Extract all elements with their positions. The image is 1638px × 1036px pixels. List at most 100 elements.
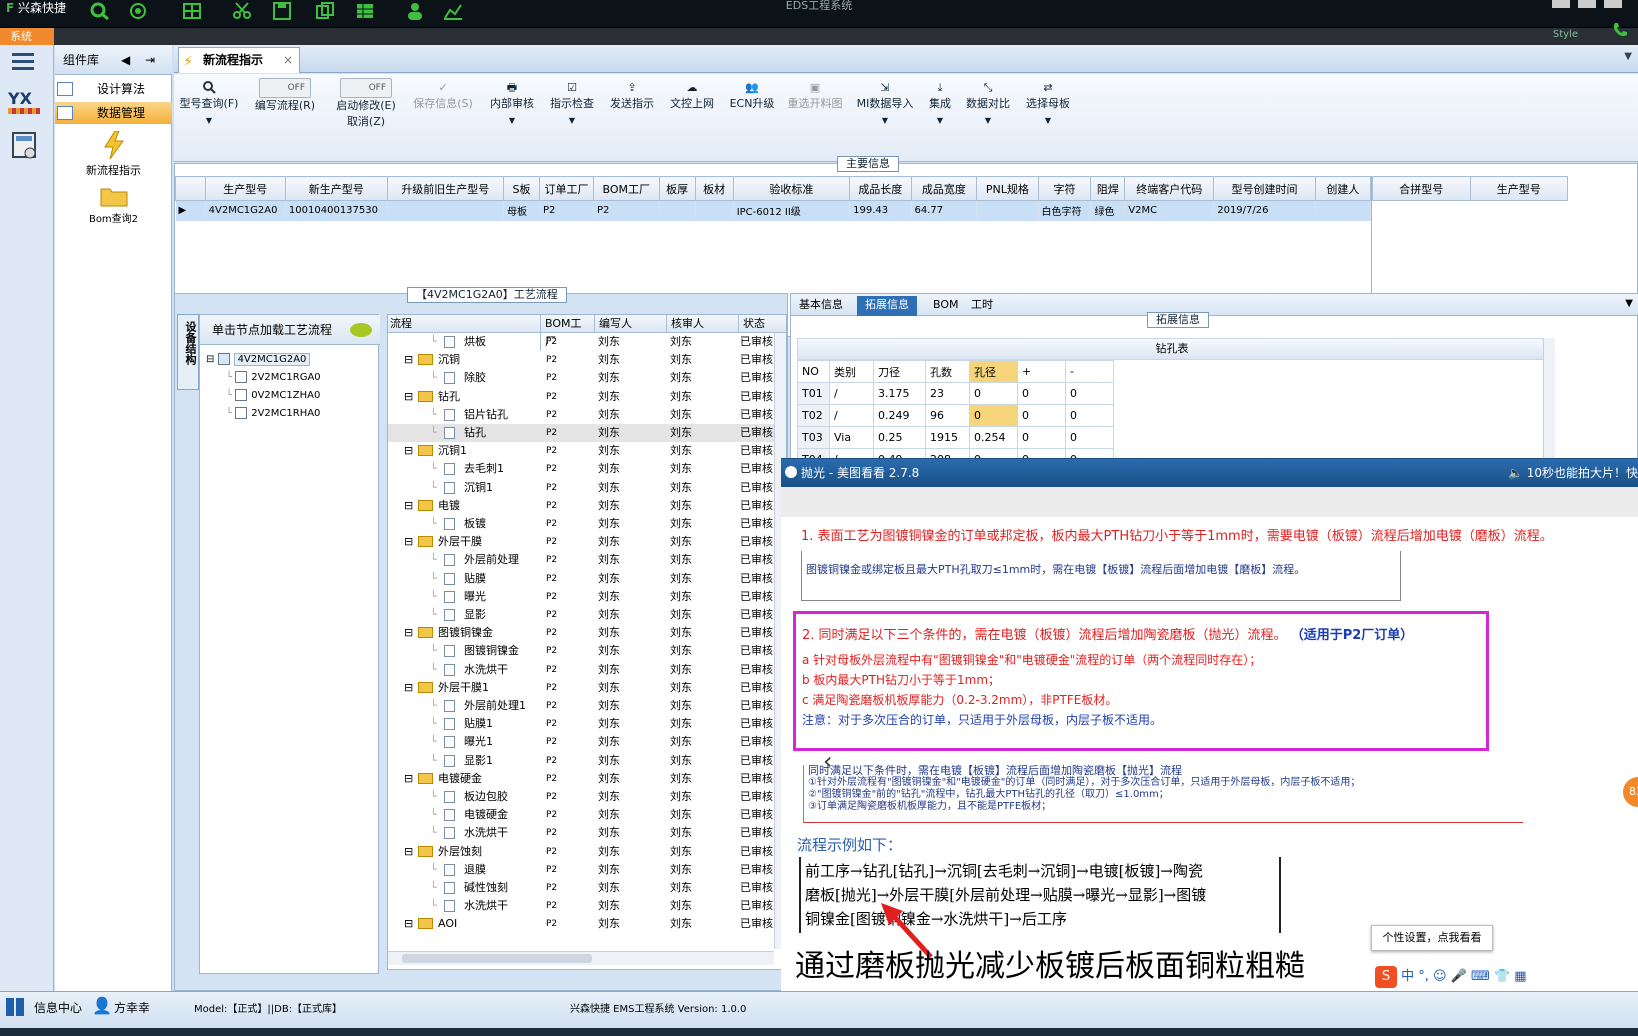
flow-row[interactable]: └ 去毛刺1 P2 刘东 刘东 已审核 (388, 460, 774, 478)
table-cell[interactable] (659, 200, 696, 221)
flow-row[interactable]: └ 显影 P2 刘东 刘东 已审核 (388, 606, 774, 624)
table-row[interactable]: ▶ 4V2MC1G2A0 10010400137530 母板 P2 P2 IPC-6012 … (175, 200, 1371, 221)
tree-node[interactable]: └ 2V2MC1RGA0 (226, 369, 321, 387)
windows-icon[interactable] (6, 998, 24, 1016)
toggle-switch[interactable]: OFF (259, 78, 311, 98)
table-cell[interactable]: 0 (1017, 404, 1066, 427)
flow-row[interactable]: └ 水洗烘干 P2 刘东 刘东 已审核 (388, 661, 774, 679)
flow-row[interactable]: └ 水洗烘干 P2 刘东 刘东 已审核 (388, 824, 774, 842)
toggle-switch[interactable]: OFF (340, 78, 392, 98)
collapse-toggle-icon[interactable]: ⊟ (404, 442, 413, 460)
column-header[interactable]: S板 (503, 176, 541, 201)
table-cell[interactable]: IPC-6012 II级 (733, 200, 851, 221)
column-header[interactable]: 类别 (829, 360, 874, 383)
table-cell[interactable]: T01 (797, 382, 830, 405)
flow-row[interactable]: └ 钻孔 P2 刘东 刘东 已审核 (388, 424, 774, 443)
collapse-toggle-icon[interactable]: ⊟ (404, 770, 413, 788)
dropdown-icon[interactable]: ▼ (985, 116, 991, 125)
reselect-cutting-button[interactable]: ▣ 重选开料图 (782, 80, 848, 150)
grid-icon[interactable] (182, 2, 202, 20)
flow-row[interactable]: └ 曝光 P2 刘东 刘东 已审核 (388, 588, 774, 606)
flow-row[interactable]: ⊟ 图镀铜镍金 P2 刘东 刘东 已审核 (388, 624, 774, 642)
dropdown-icon[interactable]: ▼ (569, 116, 575, 125)
column-header[interactable]: NO (797, 360, 830, 383)
column-header[interactable]: 阻焊 (1090, 176, 1126, 201)
mi-import-button[interactable]: ⇲ MI数据导入 ▼ (852, 80, 918, 150)
flow-row[interactable]: └ 图镀铜镍金 P2 刘东 刘东 已审核 (388, 642, 774, 660)
flow-row[interactable]: ⊟ 电镀硬金 P2 刘东 刘东 已审核 (388, 770, 774, 788)
flow-row[interactable]: └ 贴膜 P2 刘东 刘东 已审核 (388, 570, 774, 588)
column-header[interactable]: BOM工厂 (593, 176, 660, 201)
table-cell[interactable]: 0.249 (873, 404, 926, 427)
collapse-toggle-icon[interactable]: ⊟ (404, 388, 413, 406)
flow-row[interactable]: └ 电镀硬金 P2 刘东 刘东 已审核 (388, 806, 774, 824)
notification-badge[interactable]: 83 (1623, 777, 1638, 807)
table-cell[interactable]: 0 (1017, 426, 1066, 449)
dropdown-icon[interactable]: ▼ (937, 116, 943, 125)
promo-text[interactable]: 🔈 10秒也能拍大片！快 (1508, 459, 1638, 487)
flow-row[interactable]: ⊟ 沉铜1 P2 刘东 刘东 已审核 (388, 442, 774, 460)
table-cell[interactable]: 10010400137530 (285, 200, 388, 221)
close-tab-icon[interactable]: × (283, 48, 293, 72)
column-header[interactable]: 终端客户代码 (1124, 176, 1215, 201)
collapse-toggle-icon[interactable]: ⊟ (404, 915, 413, 933)
tab-new-process[interactable]: ⚡ 新流程指示 × (178, 47, 300, 73)
column-header[interactable]: 流程 (390, 315, 412, 333)
library-item-data-management[interactable]: 数据管理 (55, 102, 172, 124)
user-icon[interactable] (405, 2, 425, 20)
horizontal-scrollbar[interactable] (388, 951, 774, 965)
integrate-button[interactable]: ⤓ 集成 ▼ (922, 80, 958, 150)
tool-bom-query[interactable]: Bom查询2 (55, 185, 172, 229)
table-cell[interactable]: Via (829, 426, 874, 449)
column-header[interactable]: 状态 (738, 315, 774, 333)
app-logo[interactable]: YX (8, 89, 40, 121)
ime-toolbar[interactable]: S 中 °, ☺ 🎤 ⌨ 👕 ▦ (1375, 963, 1638, 991)
flow-row[interactable]: └ 外层前处理 P2 刘东 刘东 已审核 (388, 551, 774, 569)
column-header[interactable]: 刀径 (873, 360, 926, 383)
flow-row[interactable]: ⊟ 外层蚀刻 P2 刘东 刘东 已审核 (388, 843, 774, 861)
tree-node[interactable]: ⊟ 4V2MC1G2A0 (206, 351, 311, 369)
tab-equipment-structure[interactable]: 设备结构 (177, 314, 199, 390)
table-cell[interactable]: T02 (797, 404, 830, 427)
column-header[interactable]: PNL规格 (976, 176, 1039, 201)
dropdown-icon[interactable]: ▼ (1045, 116, 1051, 125)
table-cell[interactable]: 0 (1065, 404, 1114, 427)
cancel-button[interactable]: 取消(Z) (347, 115, 385, 128)
table-cell[interactable]: / (829, 382, 874, 405)
tab-labor-hours[interactable]: 工时 (963, 296, 1001, 316)
chart-icon[interactable] (443, 2, 463, 20)
flow-row[interactable]: └ 板镀 P2 刘东 刘东 已审核 (388, 515, 774, 533)
globe-icon[interactable] (128, 2, 148, 20)
table-cell[interactable]: 0 (1065, 426, 1114, 449)
collapse-toggle-icon[interactable]: ⊟ (404, 624, 413, 642)
tab-extended-info[interactable]: 拓展信息 (857, 296, 917, 316)
column-header[interactable]: 成品宽度 (910, 176, 978, 201)
column-header[interactable]: 字符 (1037, 176, 1092, 201)
column-header[interactable]: 创建人 (1314, 176, 1371, 201)
flow-row[interactable]: └ 显影1 P2 刘东 刘东 已审核 (388, 752, 774, 770)
tool-new-process[interactable]: 新流程指示 (55, 130, 172, 179)
data-compare-button[interactable]: ⤡ 数据对比 ▼ (962, 80, 1014, 150)
table-cell[interactable] (387, 200, 505, 221)
collapse-toggle-icon[interactable]: ⊟ (404, 351, 413, 369)
search-icon[interactable] (90, 2, 110, 20)
flow-row[interactable]: └ 外层前处理1 P2 刘东 刘东 已审核 (388, 697, 774, 715)
sogou-icon[interactable]: S (1375, 966, 1397, 988)
table-cell[interactable]: 0 (1065, 382, 1114, 405)
flow-row[interactable]: ⊟ 沉铜 P2 刘东 刘东 已审核 (388, 351, 774, 369)
table-cell[interactable]: 4V2MC1G2A0 (205, 200, 286, 221)
table-cell[interactable]: 23 (925, 382, 970, 405)
collapse-toggle-icon[interactable]: ⊟ (404, 679, 413, 697)
flow-row[interactable]: └ 曝光1 P2 刘东 刘东 已审核 (388, 733, 774, 751)
save-info-button[interactable]: ✓ 保存信息(S) (408, 80, 478, 150)
flow-row[interactable]: └ 碱性蚀刻 P2 刘东 刘东 已审核 (388, 879, 774, 897)
flow-row[interactable]: └ 贴膜1 P2 刘东 刘东 已审核 (388, 715, 774, 733)
table-cell[interactable]: 3.175 (873, 382, 926, 405)
column-header[interactable]: 核审人 (666, 315, 738, 333)
personalize-popup[interactable]: 个性设置，点我看看 (1371, 925, 1493, 951)
doc-upload-button[interactable]: ☁ 文控上网 (664, 80, 720, 150)
collapse-toggle-icon[interactable]: ⊟ (404, 533, 413, 551)
collapse-icon[interactable]: ◀ (121, 45, 130, 75)
column-header[interactable]: 板材 (694, 176, 734, 201)
column-header[interactable]: 编写人 (594, 315, 666, 333)
